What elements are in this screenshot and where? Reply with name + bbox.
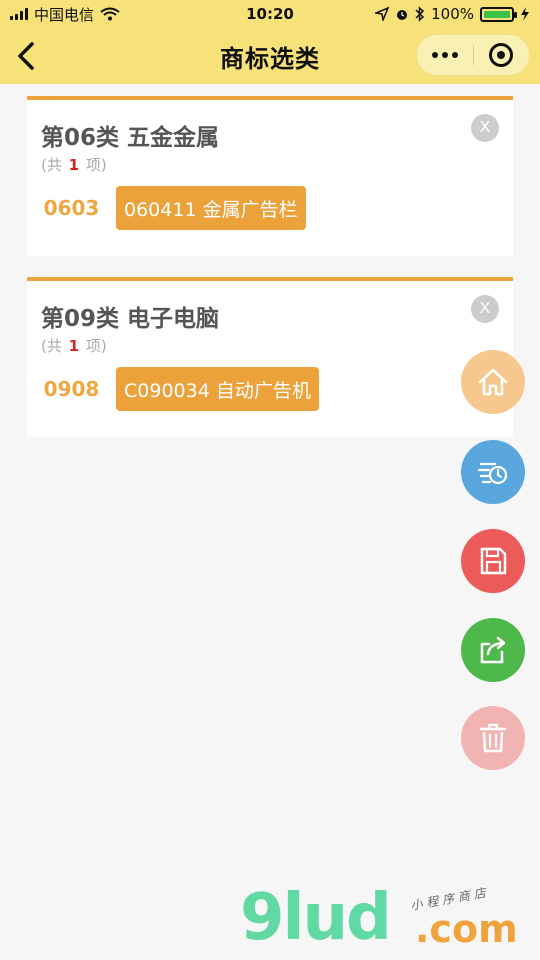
count-prefix: (共	[41, 156, 62, 174]
app-header: 中国电信 10:20 100% 商标选类	[0, 0, 540, 84]
chevron-left-icon	[18, 42, 34, 70]
count-number: 1	[68, 156, 80, 174]
share-icon	[480, 636, 506, 664]
home-button[interactable]	[461, 350, 525, 414]
battery-icon	[480, 6, 517, 22]
item-count: (共 1 项)	[41, 335, 107, 356]
remove-class-button[interactable]: X	[471, 295, 499, 323]
trash-icon	[479, 723, 507, 753]
count-prefix: (共	[41, 337, 62, 355]
page-title: 商标选类	[220, 44, 320, 73]
goods-tag[interactable]: 060411 金属广告栏	[116, 186, 306, 230]
close-miniprogram-button[interactable]	[473, 35, 529, 75]
miniprogram-capsule	[416, 34, 530, 76]
more-button[interactable]	[417, 35, 473, 75]
watermark-logo: 9lud .com 小程序商店	[240, 882, 530, 954]
nav-bar: 商标选类	[0, 28, 540, 84]
count-suffix: 项)	[85, 337, 107, 355]
delete-button[interactable]	[461, 706, 525, 770]
status-bar: 中国电信 10:20 100%	[0, 0, 540, 28]
group-row: 0908 C090034 自动广告机	[27, 367, 319, 411]
goods-tag[interactable]: C090034 自动广告机	[116, 367, 319, 411]
target-circle-icon	[489, 43, 514, 67]
wifi-icon	[100, 7, 120, 21]
status-right: 100%	[375, 5, 530, 23]
class-card: 第06类 五金金属 (共 1 项) X 0603 060411 金属广告栏	[27, 96, 513, 256]
share-button[interactable]	[461, 618, 525, 682]
group-row: 0603 060411 金属广告栏	[27, 186, 306, 230]
home-icon	[478, 368, 508, 396]
watermark-domain: .com	[415, 907, 518, 951]
class-title: 第09类 电子电脑	[41, 306, 220, 332]
bluetooth-icon	[415, 6, 425, 22]
charging-icon	[521, 7, 529, 21]
carrier-label: 中国电信	[34, 5, 95, 24]
back-button[interactable]	[8, 38, 44, 74]
class-card: 第09类 电子电脑 (共 1 项) X 0908 C090034 自动广告机	[27, 277, 513, 437]
count-suffix: 项)	[85, 156, 107, 174]
history-icon	[477, 462, 508, 485]
alarm-icon	[397, 10, 408, 20]
group-code: 0908	[43, 377, 100, 401]
remove-class-button[interactable]: X	[471, 114, 499, 142]
battery-percent: 100%	[431, 5, 474, 23]
history-button[interactable]	[461, 440, 525, 504]
status-left: 中国电信	[10, 4, 120, 25]
item-count: (共 1 项)	[41, 154, 107, 175]
location-icon	[375, 7, 390, 21]
signal-icon	[10, 8, 28, 20]
save-button[interactable]	[461, 529, 525, 593]
group-code: 0603	[43, 196, 100, 220]
watermark-brand: 9lud	[240, 881, 392, 955]
count-number: 1	[68, 337, 80, 355]
class-title: 第06类 五金金属	[41, 125, 220, 151]
save-icon	[480, 547, 507, 575]
